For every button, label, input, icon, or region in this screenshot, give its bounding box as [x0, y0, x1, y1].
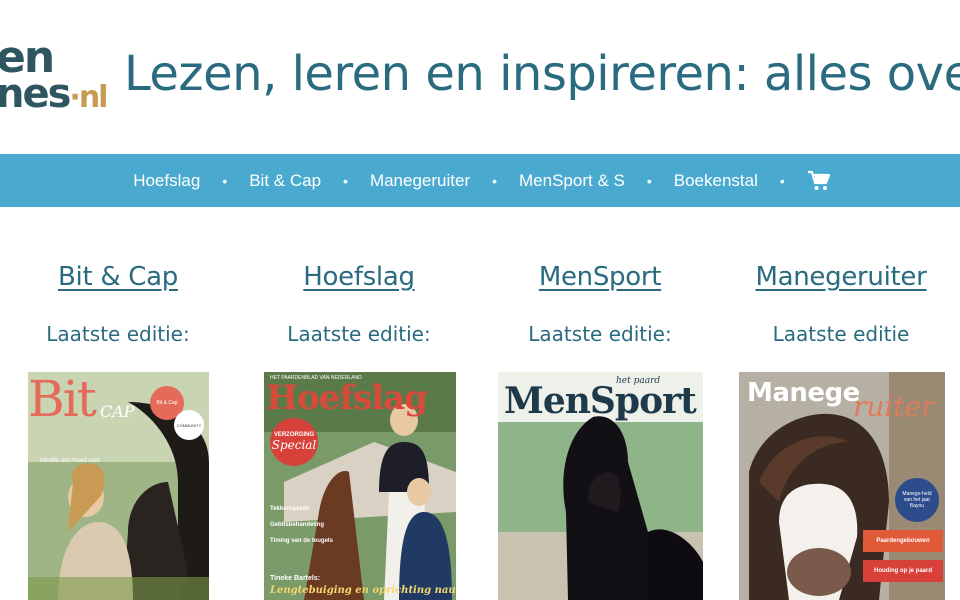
magazine-cover-hoefslag[interactable]: HET PAARDENBLAD VAN NEDERLAND Hoefslag V… [264, 372, 456, 600]
nav-separator: • [343, 172, 348, 189]
magazine-column-manegeruiter: Manegeruiter Laatste editie [731, 262, 951, 346]
cover-hoefslag-footer-text: Lengtebuiging en oprichting nauw [270, 585, 456, 596]
cover-bit-cap-community-badge: COMMUNITY [174, 410, 204, 440]
magazine-link-hoefslag[interactable]: Hoefslag [249, 262, 469, 292]
cover-bit-cap-masthead-sub: CAP [100, 402, 135, 421]
magazine-column-mensport: MenSport Laatste editie: [490, 262, 710, 346]
nav-separator: • [222, 172, 228, 189]
nav-separator: • [646, 172, 652, 189]
shopping-cart-icon[interactable] [807, 169, 831, 193]
magazine-cover-mensport[interactable]: het paard MenSport [498, 372, 703, 600]
magazine-link-mensport[interactable]: MenSport [490, 262, 710, 292]
magazine-link-bit-cap[interactable]: Bit & Cap [8, 262, 228, 292]
magazine-link-manegeruiter[interactable]: Manegeruiter [731, 262, 951, 292]
cover-hoefslag-masthead: Hoefslag [266, 378, 428, 418]
nav-separator: • [492, 172, 498, 189]
cover-manegeruiter-badge: Manege-held van het jaar Bayou [895, 478, 939, 522]
cover-manegeruiter-masthead: Manege [747, 378, 860, 408]
cover-hoefslag-badge: VERZORGING Special [270, 418, 318, 466]
site-header: en nes·nl Lezen, leren en inspireren: al… [0, 0, 960, 154]
cover-hoefslag-footer-name: Tineke Bartels: [270, 575, 321, 582]
cover-hoefslag-line: Tekkenrassen [270, 506, 310, 512]
nav-item-boekenstal[interactable]: Boekenstal [670, 171, 762, 191]
magazine-cover-bit-cap[interactable]: Bit CAP Bit & Cap COMMUNITY Mireille den… [28, 372, 209, 600]
site-logo[interactable]: en nes·nl [0, 36, 108, 117]
latest-edition-label: Laatste editie: [287, 322, 431, 346]
latest-edition-label: Laatste editie: [528, 322, 672, 346]
magazine-column-hoefslag: Hoefslag Laatste editie: [249, 262, 469, 346]
latest-edition-label: Laatste editie: [46, 322, 190, 346]
logo-domain-suffix: ·nl [69, 80, 108, 115]
cover-manegeruiter-box: Paardengebouwen [863, 530, 943, 552]
latest-edition-label: Laatste editie [772, 322, 910, 346]
cover-hoefslag-line: Gebitsbehandeling [270, 522, 325, 528]
magazine-column-bit-cap: Bit & Cap Laatste editie: [8, 262, 228, 346]
cover-hoefslag-line: Timing van de teugels [270, 538, 333, 544]
cover-mensport-masthead: MenSport [504, 380, 697, 422]
cover-bit-cap-headline: Mireille den Hoed over [40, 458, 101, 464]
magazine-cover-manegeruiter[interactable]: Manege ruiter Manege-held van het jaar B… [739, 372, 945, 600]
main-nav: Hoefslag • Bit & Cap • Manegeruiter • Me… [0, 154, 960, 207]
cover-hoefslag-badge-line2: Special [271, 438, 317, 452]
nav-item-hoefslag[interactable]: Hoefslag [129, 171, 204, 191]
nav-item-bit-cap[interactable]: Bit & Cap [245, 171, 325, 191]
cover-manegeruiter-box: Houding op je paard [863, 560, 943, 582]
logo-text-word: nes [0, 71, 71, 117]
nav-separator: • [779, 172, 785, 189]
logo-text-line2: nes·nl [0, 71, 108, 120]
cover-manegeruiter-masthead-script: ruiter [853, 390, 935, 423]
cover-bit-cap-masthead: Bit [28, 372, 97, 428]
site-tagline: Lezen, leren en inspireren: alles over [124, 46, 960, 102]
nav-item-mensport[interactable]: MenSport & S [515, 171, 629, 191]
nav-item-manegeruiter[interactable]: Manegeruiter [366, 171, 474, 191]
